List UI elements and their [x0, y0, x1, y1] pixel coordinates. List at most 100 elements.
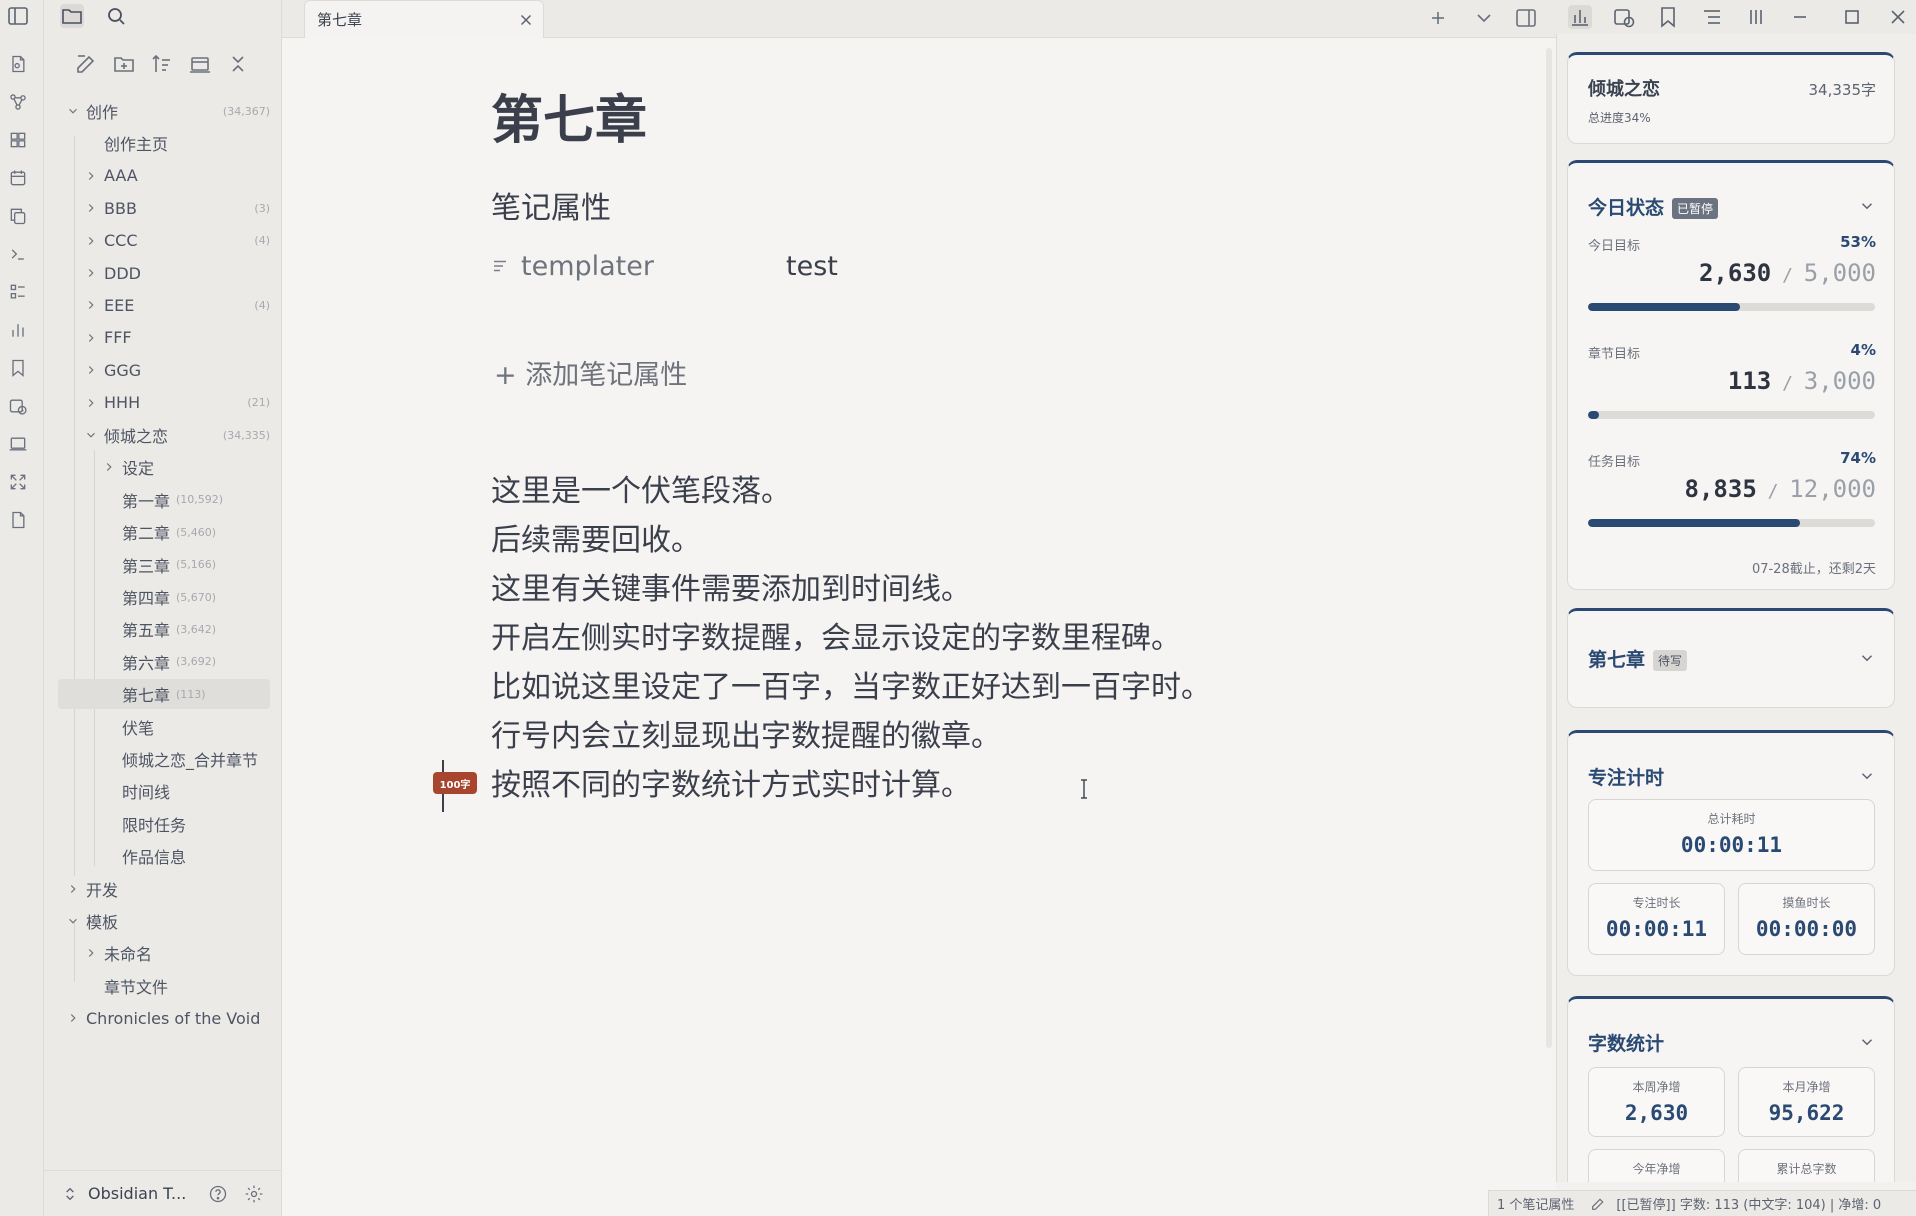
outline-icon[interactable]: [1700, 5, 1724, 29]
chevron-right-icon[interactable]: [84, 298, 98, 312]
tree-file[interactable]: 倾城之恋_合并章节: [58, 744, 270, 774]
body-line[interactable]: 后续需要回收。: [491, 515, 701, 559]
right-sidebar-toggle-icon[interactable]: [1514, 6, 1538, 30]
close-window-icon[interactable]: [1886, 5, 1910, 29]
bookmark-icon[interactable]: [8, 358, 28, 378]
chevron-right-icon[interactable]: [84, 234, 98, 248]
chevron-right-icon[interactable]: [84, 201, 98, 215]
body-line[interactable]: 按照不同的字数统计方式实时计算。: [491, 760, 971, 804]
tree-file[interactable]: 第五章 (3,642): [58, 614, 270, 644]
tree-file[interactable]: 第六章 (3,692): [58, 647, 270, 677]
tree-file[interactable]: 第一章 (10,592): [58, 485, 270, 515]
chevron-right-icon[interactable]: [84, 266, 98, 280]
tree-file[interactable]: 伏笔: [58, 712, 270, 742]
tree-folder[interactable]: Chronicles of the Void: [58, 1003, 270, 1033]
tree-folder[interactable]: 设定: [58, 452, 270, 482]
editor-pane[interactable]: 第七章 笔记属性 templater test + 添加笔记属性 这里是一个伏笔…: [282, 38, 1556, 1216]
tree-file[interactable]: 限时任务: [58, 809, 270, 839]
property-key[interactable]: templater: [521, 251, 786, 282]
chevron-right-icon[interactable]: [84, 169, 98, 183]
tree-file[interactable]: 章节文件: [58, 971, 270, 1001]
body-line[interactable]: 这里是一个伏笔段落。: [491, 466, 791, 510]
chevron-right-icon[interactable]: [84, 946, 98, 960]
terminal-icon[interactable]: [8, 244, 28, 264]
minimize-icon[interactable]: [1788, 5, 1812, 29]
tree-folder[interactable]: HHH (21): [58, 388, 270, 418]
body-line[interactable]: 这里有关键事件需要添加到时间线。: [491, 564, 971, 608]
auto-reveal-icon[interactable]: [188, 52, 212, 76]
sort-icon[interactable]: [150, 52, 174, 76]
chevron-down-icon[interactable]: [66, 914, 80, 928]
tree-folder[interactable]: EEE (4): [58, 290, 270, 320]
tree-folder[interactable]: FFF: [58, 323, 270, 353]
tree-file[interactable]: 第七章 (113): [58, 679, 270, 710]
edit-pencil-icon[interactable]: [1590, 1196, 1606, 1212]
tab-active-note[interactable]: 第七章: [304, 0, 544, 38]
copy-icon[interactable]: [8, 206, 28, 226]
chevron-down-icon[interactable]: [1858, 1033, 1876, 1051]
body-line[interactable]: 比如说这里设定了一百字，当字数正好达到一百字时。: [491, 662, 1211, 706]
chevron-down-icon[interactable]: [1858, 649, 1876, 667]
maximize-icon[interactable]: [1840, 5, 1864, 29]
tree-file[interactable]: 第四章 (5,670): [58, 582, 270, 612]
bookmark-icon[interactable]: [1656, 5, 1680, 29]
chevron-right-icon[interactable]: [66, 1011, 80, 1025]
calendar-clock-icon[interactable]: [8, 396, 28, 416]
new-tab-icon[interactable]: [1426, 6, 1450, 30]
property-row[interactable]: templater test: [491, 246, 1091, 286]
editor-scrollbar[interactable]: [1546, 48, 1552, 1048]
chevron-right-icon[interactable]: [84, 331, 98, 345]
status-properties[interactable]: 1 个笔记属性: [1497, 1194, 1574, 1213]
expand-icon[interactable]: [8, 472, 28, 492]
tree-folder[interactable]: GGG: [58, 355, 270, 385]
chevron-down-icon[interactable]: [1858, 767, 1876, 785]
note-title[interactable]: 第七章: [491, 78, 647, 153]
tree-file[interactable]: 时间线: [58, 776, 270, 806]
vault-switcher[interactable]: Obsidian T...: [44, 1170, 282, 1216]
new-note-icon[interactable]: [74, 52, 98, 76]
tree-folder[interactable]: BBB (3): [58, 193, 270, 223]
chevron-right-icon[interactable]: [84, 363, 98, 377]
tree-folder[interactable]: 开发: [58, 874, 270, 904]
list-icon[interactable]: [8, 282, 28, 302]
chevron-right-icon[interactable]: [102, 460, 116, 474]
tree-folder[interactable]: 倾城之恋 (34,335): [58, 420, 270, 450]
body-line[interactable]: 行号内会立刻显现出字数提醒的徽章。: [491, 711, 1001, 755]
chart-icon[interactable]: [8, 320, 28, 340]
tree-file[interactable]: 第二章 (5,460): [58, 517, 270, 547]
new-folder-icon[interactable]: [112, 52, 136, 76]
tree-folder[interactable]: CCC (4): [58, 226, 270, 256]
settings-gear-icon[interactable]: [244, 1184, 264, 1204]
tree-folder[interactable]: AAA: [58, 161, 270, 191]
add-property-button[interactable]: + 添加笔记属性: [494, 353, 687, 392]
property-value[interactable]: test: [786, 251, 838, 282]
help-icon[interactable]: [208, 1184, 228, 1204]
calendar-clock-icon[interactable]: [1612, 5, 1636, 29]
search-icon[interactable]: [104, 4, 128, 28]
canvas-icon[interactable]: [8, 130, 28, 150]
chevron-down-icon[interactable]: [1472, 6, 1496, 30]
book-card[interactable]: 倾城之恋 34,335字 总进度34%: [1567, 52, 1895, 144]
tree-file[interactable]: 作品信息: [58, 841, 270, 871]
chevron-down-icon[interactable]: [84, 428, 98, 442]
tree-folder[interactable]: 创作 (34,367): [58, 96, 270, 126]
body-line[interactable]: 开启左侧实时字数提醒，会显示设定的字数里程碑。: [491, 613, 1181, 657]
status-word-count[interactable]: [[已暂停]] 字数: 113 (中文字: 104) | 净增: 0: [1616, 1194, 1881, 1213]
calendar-icon[interactable]: [8, 168, 28, 188]
close-icon[interactable]: [517, 11, 535, 29]
graph-icon[interactable]: [8, 92, 28, 112]
tree-file[interactable]: 第三章 (5,166): [58, 550, 270, 580]
tree-folder[interactable]: 模板: [58, 906, 270, 936]
folder-icon[interactable]: [60, 4, 84, 28]
tree-folder[interactable]: DDD: [58, 258, 270, 288]
file-icon[interactable]: [8, 510, 28, 530]
tree-folder[interactable]: 未命名: [58, 938, 270, 968]
columns-icon[interactable]: [1744, 5, 1768, 29]
stats-bars-icon[interactable]: [1568, 5, 1592, 29]
tree-file[interactable]: 创作主页: [58, 128, 270, 158]
chevron-right-icon[interactable]: [66, 882, 80, 896]
inbox-icon[interactable]: [8, 434, 28, 454]
open-file-icon[interactable]: [8, 54, 28, 74]
collapse-all-icon[interactable]: [226, 52, 250, 76]
chevron-right-icon[interactable]: [84, 396, 98, 410]
